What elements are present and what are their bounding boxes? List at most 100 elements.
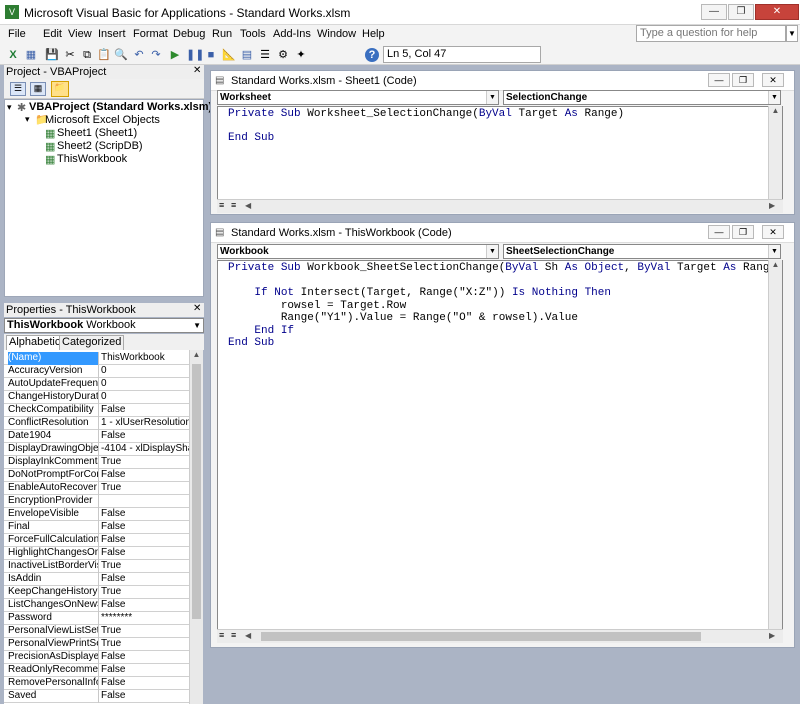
property-value[interactable]: 0	[100, 378, 189, 390]
property-value[interactable]: 1 - xlUserResolution	[100, 417, 189, 429]
properties-pane-close-icon[interactable]: ✕	[193, 303, 201, 314]
property-row[interactable]: DisplayDrawingObjec -4104 - xlDisplaySha	[4, 443, 189, 456]
object-selector[interactable]: ThisWorkbook Workbook ▼	[4, 318, 204, 333]
scroll-right-icon[interactable]: ▶	[769, 201, 775, 210]
chevron-down-icon[interactable]: ▼	[486, 91, 498, 104]
property-row[interactable]: ReadOnlyRecommenc False	[4, 664, 189, 677]
property-row[interactable]: Date1904 False	[4, 430, 189, 443]
property-row[interactable]: KeepChangeHistory True	[4, 586, 189, 599]
folder-collapse-icon[interactable]: ▾	[25, 114, 30, 125]
scroll-up-icon[interactable]: ▲	[769, 106, 782, 115]
scroll-up-icon[interactable]: ▲	[769, 260, 782, 269]
property-value[interactable]: False	[100, 664, 189, 676]
property-row[interactable]: EnvelopeVisible False	[4, 508, 189, 521]
copy-icon[interactable]: ⧉	[80, 48, 94, 62]
property-value[interactable]: True	[100, 560, 189, 572]
property-value[interactable]: False	[100, 534, 189, 546]
properties-scrollbar[interactable]: ▲	[189, 350, 203, 704]
property-value[interactable]: False	[100, 430, 189, 442]
tab-categorized[interactable]: Categorized	[59, 335, 125, 350]
properties-window-icon[interactable]: ☰	[258, 48, 272, 62]
property-row[interactable]: IsAddin False	[4, 573, 189, 586]
close-button[interactable]: ✕	[755, 4, 799, 20]
property-value[interactable]: False	[100, 508, 189, 520]
code-editor-thisworkbook[interactable]: Private Sub Workbook_SheetSelectionChang…	[217, 260, 783, 630]
property-row[interactable]: CheckCompatibility False	[4, 404, 189, 417]
property-value[interactable]: False	[100, 599, 189, 611]
reset-icon[interactable]: ■	[204, 48, 218, 62]
maximize-button[interactable]: ❐	[728, 4, 754, 20]
property-row[interactable]: ChangeHistoryDurati 0	[4, 391, 189, 404]
procedure-view-icon[interactable]: ≡	[219, 200, 224, 210]
menu-debug[interactable]: Debug	[173, 28, 205, 40]
insert-module-icon[interactable]: ▦	[24, 48, 38, 62]
property-row[interactable]: PrecisionAsDisplayed False	[4, 651, 189, 664]
property-value[interactable]: False	[100, 677, 189, 689]
save-icon[interactable]: 💾	[45, 48, 59, 62]
scroll-thumb[interactable]	[192, 364, 201, 619]
menu-tools[interactable]: Tools	[240, 28, 266, 40]
property-row[interactable]: ConflictResolution 1 - xlUserResolution	[4, 417, 189, 430]
property-row[interactable]: Password ********	[4, 612, 189, 625]
full-module-view-icon[interactable]: ≡	[231, 200, 236, 210]
view-code-icon[interactable]: ☰	[10, 82, 26, 96]
property-row[interactable]: PersonalViewListSetti True	[4, 625, 189, 638]
property-value[interactable]: False	[100, 404, 189, 416]
excel-view-icon[interactable]: X	[6, 48, 20, 62]
cut-icon[interactable]: ✂	[63, 48, 77, 62]
design-mode-icon[interactable]: 📐	[222, 48, 236, 62]
property-value[interactable]: True	[100, 586, 189, 598]
property-value[interactable]: True	[100, 625, 189, 637]
property-value[interactable]: 0	[100, 391, 189, 403]
code2-maximize-button[interactable]: ❐	[732, 225, 754, 239]
object-combo[interactable]: Worksheet ▼	[217, 90, 499, 105]
menu-view[interactable]: View	[68, 28, 92, 40]
hscroll-thumb[interactable]	[261, 632, 701, 641]
property-row[interactable]: AutoUpdateFrequenc 0	[4, 378, 189, 391]
property-row[interactable]: ListChangesOnNewShFalse	[4, 599, 189, 612]
toolbox-icon[interactable]: ✦	[294, 48, 308, 62]
property-value[interactable]: ********	[100, 612, 189, 624]
code-editor-sheet1[interactable]: Private Sub Worksheet_SelectionChange(By…	[217, 106, 783, 200]
property-value[interactable]: False	[100, 573, 189, 585]
property-value[interactable]: True	[100, 638, 189, 650]
full-module-view-icon[interactable]: ≡	[231, 630, 236, 640]
property-row[interactable]: Final False	[4, 521, 189, 534]
property-row[interactable]: (Name) ThisWorkbook	[4, 352, 189, 365]
tree-item-sheet2[interactable]: Sheet2 (ScripDB)	[57, 140, 143, 152]
code1-maximize-button[interactable]: ❐	[732, 73, 754, 87]
property-row[interactable]: Saved False	[4, 690, 189, 703]
menu-help[interactable]: Help	[362, 28, 385, 40]
property-value[interactable]: False	[100, 547, 189, 559]
property-row[interactable]: PersonalViewPrintSet True	[4, 638, 189, 651]
project-explorer-icon[interactable]: ▤	[240, 48, 254, 62]
code2-minimize-button[interactable]: —	[708, 225, 730, 239]
tab-alphabetic[interactable]: Alphabetic	[6, 335, 64, 350]
code1-minimize-button[interactable]: —	[708, 73, 730, 87]
property-row[interactable]: DoNotPromptForConv False	[4, 469, 189, 482]
help-dropdown-button[interactable]: ▼	[786, 25, 798, 42]
procedure-combo[interactable]: SheetSelectionChange ▼	[503, 244, 781, 259]
scroll-up-icon[interactable]: ▲	[190, 350, 203, 363]
code2-close-button[interactable]: ✕	[762, 225, 784, 239]
chevron-down-icon[interactable]: ▼	[768, 245, 780, 258]
property-row[interactable]: RemovePersonalInfor False	[4, 677, 189, 690]
code1-close-button[interactable]: ✕	[762, 73, 784, 87]
menu-file[interactable]: File	[8, 28, 26, 40]
object-browser-icon[interactable]: ⚙	[276, 48, 290, 62]
menu-format[interactable]: Format	[133, 28, 168, 40]
code1-hscrollbar[interactable]: ≡ ≡ ◀ ▶	[217, 199, 783, 213]
tree-item-thisworkbook[interactable]: ThisWorkbook	[57, 153, 127, 165]
property-row[interactable]: EncryptionProvider	[4, 495, 189, 508]
project-pane-close-icon[interactable]: ✕	[193, 65, 201, 76]
property-value[interactable]: True	[100, 456, 189, 468]
tree-item-sheet1[interactable]: Sheet1 (Sheet1)	[57, 127, 137, 139]
menu-insert[interactable]: Insert	[98, 28, 126, 40]
procedure-combo[interactable]: SelectionChange ▼	[503, 90, 781, 105]
menu-edit[interactable]: Edit	[43, 28, 62, 40]
scroll-left-icon[interactable]: ◀	[245, 201, 251, 210]
undo-icon[interactable]: ↶	[132, 48, 146, 62]
menu-run[interactable]: Run	[212, 28, 232, 40]
help-search-input[interactable]: Type a question for help	[636, 25, 786, 42]
code1-vscrollbar[interactable]: ▲	[768, 106, 782, 200]
